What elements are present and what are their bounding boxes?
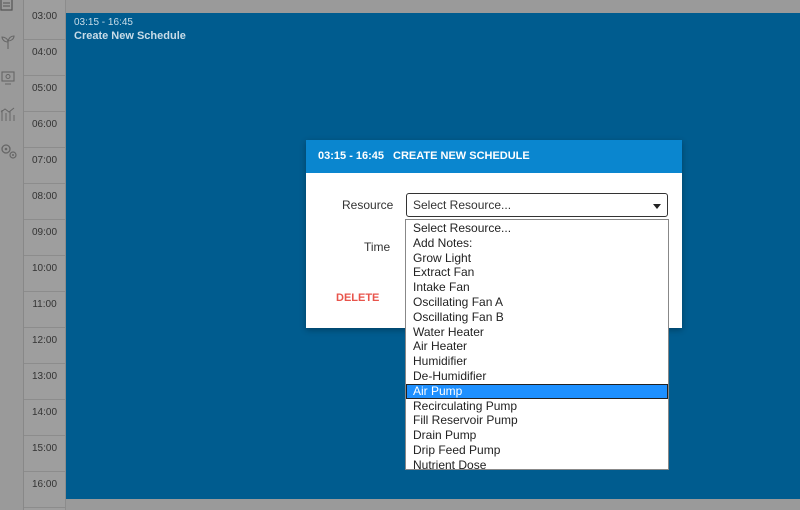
calendar-bottom-strip xyxy=(66,499,800,510)
chevron-down-icon xyxy=(653,204,661,209)
time-label: 06:00 xyxy=(24,112,65,148)
dropdown-option[interactable]: Grow Light xyxy=(406,251,668,266)
dropdown-option[interactable]: Drip Feed Pump xyxy=(406,443,668,458)
dropdown-option[interactable]: Oscillating Fan A xyxy=(406,295,668,310)
dropdown-option[interactable]: Select Resource... xyxy=(406,221,668,236)
chart-icon[interactable] xyxy=(0,106,18,124)
sidebar-nav xyxy=(0,0,24,510)
dropdown-option[interactable]: Drain Pump xyxy=(406,428,668,443)
resource-select[interactable]: Select Resource... xyxy=(406,193,668,217)
dropdown-option[interactable]: Recirculating Pump xyxy=(406,399,668,414)
dropdown-option[interactable]: Nutrient Dose xyxy=(406,458,668,473)
monitor-icon[interactable] xyxy=(0,70,18,88)
dropdown-option[interactable]: Oscillating Fan B xyxy=(406,310,668,325)
time-label: 04:00 xyxy=(24,40,65,76)
delete-button[interactable]: DELETE xyxy=(336,292,379,304)
resource-label: Resource xyxy=(342,198,394,212)
dropdown-option[interactable]: Water Heater xyxy=(406,325,668,340)
dropdown-option[interactable]: Add Notes: xyxy=(406,236,668,251)
time-field-label: Time xyxy=(364,240,391,254)
dropdown-option[interactable]: Intake Fan xyxy=(406,280,668,295)
resource-dropdown-list: Select Resource... Add Notes: Grow Light… xyxy=(405,219,669,473)
calendar-top-strip xyxy=(66,0,800,14)
time-label: 15:00 xyxy=(24,436,65,472)
time-label: 13:00 xyxy=(24,364,65,400)
calendar-icon[interactable] xyxy=(0,0,18,18)
dialog-header-time: 03:15 - 16:45 xyxy=(318,150,385,162)
dropdown-option[interactable]: Extract Fan xyxy=(406,265,668,280)
dropdown-option-highlighted[interactable]: Air Pump xyxy=(406,383,668,399)
dialog-header: 03:15 - 16:45 CREATE NEW SCHEDULE xyxy=(306,140,682,173)
event-time-range: 03:15 - 16:45 xyxy=(74,17,133,28)
dialog-header-title: CREATE NEW SCHEDULE xyxy=(393,150,530,162)
time-label: 16:00 xyxy=(24,472,65,508)
resource-select-value: Select Resource... xyxy=(413,198,512,212)
time-label: 10:00 xyxy=(24,256,65,292)
time-label: 14:00 xyxy=(24,400,65,436)
time-label: 09:00 xyxy=(24,220,65,256)
time-label: 07:00 xyxy=(24,148,65,184)
dropdown-option[interactable]: Humidifier xyxy=(406,354,668,369)
time-label: 03:00 xyxy=(24,4,65,40)
dropdown-option[interactable]: Fill Reservoir Pump xyxy=(406,413,668,428)
time-label: 11:00 xyxy=(24,292,65,328)
dropdown-option[interactable]: De-Humidifier xyxy=(406,369,668,384)
time-label: 05:00 xyxy=(24,76,65,112)
time-column: 03:00 04:00 05:00 06:00 07:00 08:00 09:0… xyxy=(24,0,66,510)
dropdown-option[interactable]: Air Heater xyxy=(406,339,668,354)
time-label: 12:00 xyxy=(24,328,65,364)
event-title: Create New Schedule xyxy=(74,30,186,42)
plant-icon[interactable] xyxy=(0,34,18,52)
time-label: 08:00 xyxy=(24,184,65,220)
settings-gears-icon[interactable] xyxy=(0,142,18,160)
